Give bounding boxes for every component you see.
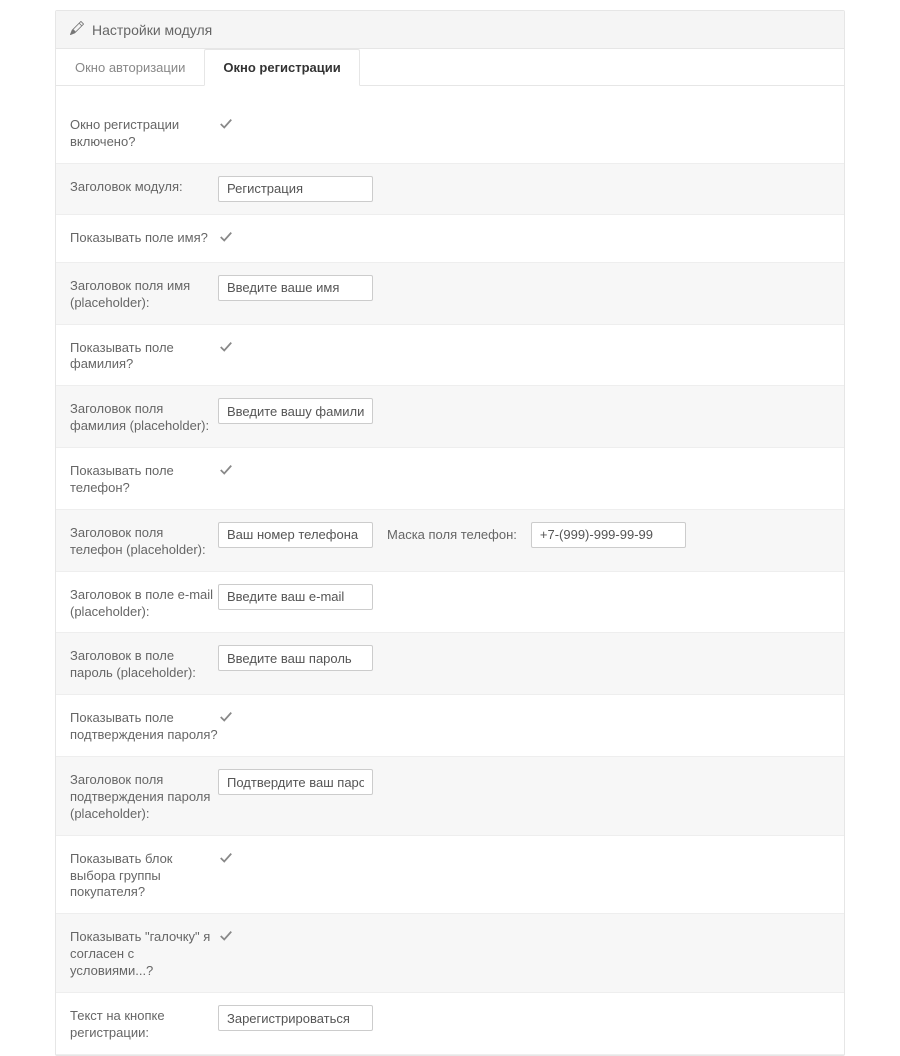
row-register-enabled: Окно регистрации включено? — [56, 86, 844, 164]
module-settings-panel: Настройки модуля Окно авторизации Окно р… — [55, 10, 845, 1056]
label-surname-placeholder: Заголовок поля фамилия (placeholder): — [70, 398, 218, 435]
input-surname-placeholder[interactable] — [218, 398, 373, 424]
input-phone-placeholder[interactable] — [218, 522, 373, 548]
row-show-group-block: Показывать блок выбора группы покупателя… — [56, 836, 844, 915]
checkbox-register-enabled[interactable] — [218, 116, 234, 132]
row-show-agree-checkbox: Показывать "галочку" я согласен с услови… — [56, 914, 844, 993]
input-name-placeholder[interactable] — [218, 275, 373, 301]
row-confirm-password-placeholder: Заголовок поля подтверждения пароля (pla… — [56, 757, 844, 836]
input-register-button-text[interactable] — [218, 1005, 373, 1031]
label-module-title: Заголовок модуля: — [70, 176, 218, 196]
row-module-title: Заголовок модуля: — [56, 164, 844, 215]
label-email-placeholder: Заголовок в поле e-mail (placeholder): — [70, 584, 218, 621]
label-show-confirm-password: Показывать поле подтверждения пароля? — [70, 707, 218, 744]
checkbox-show-name[interactable] — [218, 229, 234, 245]
row-show-confirm-password: Показывать поле подтверждения пароля? — [56, 695, 844, 757]
label-name-placeholder: Заголовок поля имя (placeholder): — [70, 275, 218, 312]
row-surname-placeholder: Заголовок поля фамилия (placeholder): — [56, 386, 844, 448]
label-show-name: Показывать поле имя? — [70, 227, 218, 247]
row-name-placeholder: Заголовок поля имя (placeholder): — [56, 263, 844, 325]
label-show-agree-checkbox: Показывать "галочку" я согласен с услови… — [70, 926, 218, 980]
input-password-placeholder[interactable] — [218, 645, 373, 671]
row-show-name: Показывать поле имя? — [56, 215, 844, 263]
label-phone-placeholder: Заголовок поля телефон (placeholder): — [70, 522, 218, 559]
checkbox-show-group-block[interactable] — [218, 850, 234, 866]
pencil-icon — [70, 21, 84, 38]
form-body: Окно регистрации включено? Заголовок мод… — [56, 86, 844, 1055]
label-register-button-text: Текст на кнопке регистрации: — [70, 1005, 218, 1042]
checkbox-show-agree-checkbox[interactable] — [218, 928, 234, 944]
label-confirm-password-placeholder: Заголовок поля подтверждения пароля (pla… — [70, 769, 218, 823]
panel-title: Настройки модуля — [92, 22, 212, 38]
checkbox-show-phone[interactable] — [218, 462, 234, 478]
label-show-surname: Показывать поле фамилия? — [70, 337, 218, 374]
row-email-placeholder: Заголовок в поле e-mail (placeholder): — [56, 572, 844, 634]
checkbox-show-confirm-password[interactable] — [218, 709, 234, 725]
label-password-placeholder: Заголовок в поле пароль (placeholder): — [70, 645, 218, 682]
label-register-enabled: Окно регистрации включено? — [70, 114, 218, 151]
row-show-phone: Показывать поле телефон? — [56, 448, 844, 510]
tab-register-window[interactable]: Окно регистрации — [204, 49, 359, 86]
input-confirm-password-placeholder[interactable] — [218, 769, 373, 795]
label-show-phone: Показывать поле телефон? — [70, 460, 218, 497]
row-show-surname: Показывать поле фамилия? — [56, 325, 844, 387]
input-phone-mask[interactable] — [531, 522, 686, 548]
input-module-title[interactable] — [218, 176, 373, 202]
checkbox-show-surname[interactable] — [218, 339, 234, 355]
row-phone-placeholder: Заголовок поля телефон (placeholder): Ма… — [56, 510, 844, 572]
tab-auth-window[interactable]: Окно авторизации — [56, 49, 204, 86]
input-email-placeholder[interactable] — [218, 584, 373, 610]
label-show-group-block: Показывать блок выбора группы покупателя… — [70, 848, 218, 902]
row-password-placeholder: Заголовок в поле пароль (placeholder): — [56, 633, 844, 695]
tabs: Окно авторизации Окно регистрации — [56, 49, 844, 86]
panel-header: Настройки модуля — [56, 11, 844, 49]
label-phone-mask: Маска поля телефон: — [387, 527, 517, 542]
row-register-button-text: Текст на кнопке регистрации: — [56, 993, 844, 1055]
